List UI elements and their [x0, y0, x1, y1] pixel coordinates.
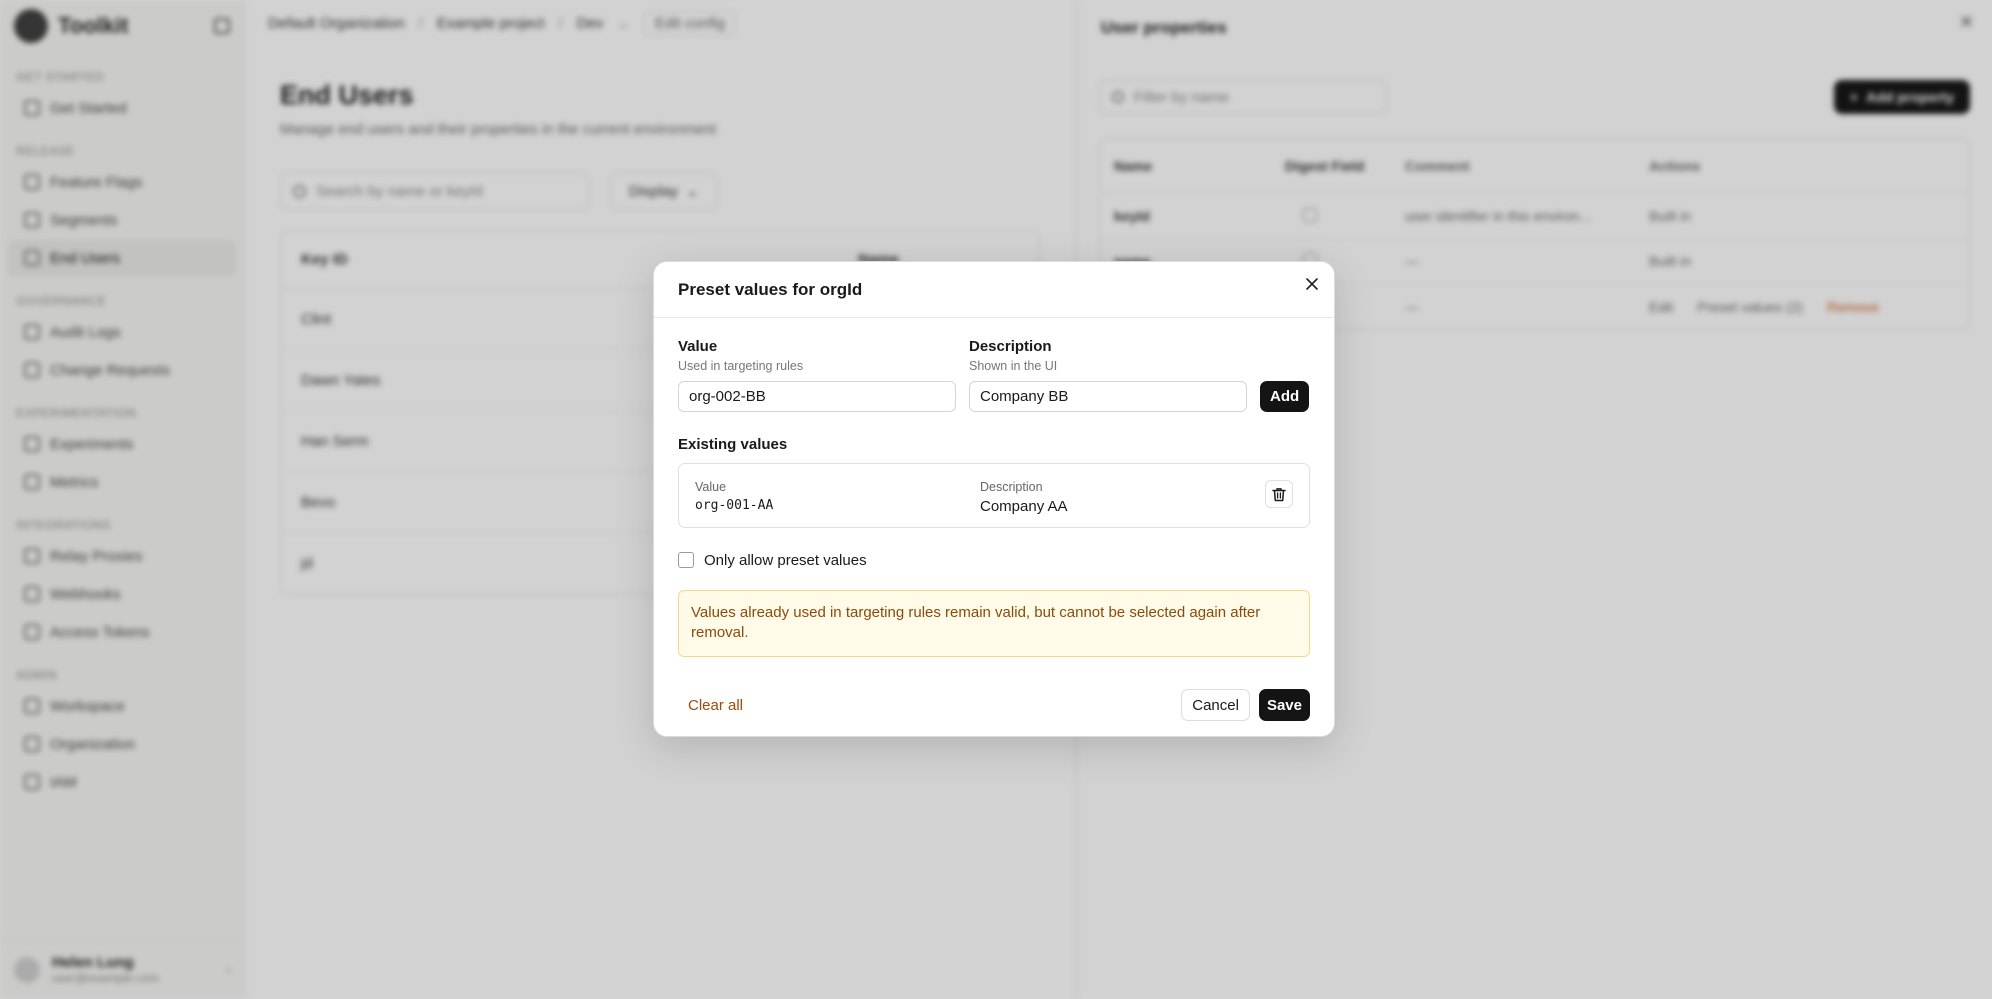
existing-value-text: org-001-AA [695, 498, 774, 513]
existing-values-label: Existing values [678, 436, 788, 453]
only-preset-checkbox[interactable] [678, 552, 694, 568]
warning-notice: Values already used in targeting rules r… [678, 590, 1310, 657]
dialog-footer: Clear all Cancel Save [678, 689, 1310, 721]
cancel-button[interactable]: Cancel [1181, 689, 1250, 721]
dialog-header: Preset values for orgId [654, 262, 1334, 318]
description-label: Description [969, 338, 1052, 355]
dialog-title: Preset values for orgId [678, 279, 863, 299]
only-preset-row[interactable]: Only allow preset values [678, 550, 1310, 570]
close-icon[interactable] [1302, 274, 1322, 294]
description-field: Description Shown in the UI [969, 337, 1247, 412]
clear-all-button[interactable]: Clear all [678, 689, 753, 721]
existing-value-label: Value [695, 480, 727, 494]
existing-value-col: Value org-001-AA [695, 479, 773, 513]
existing-description-text: Company AA [980, 498, 1068, 515]
delete-value-button[interactable] [1265, 480, 1293, 508]
existing-value-item: Value org-001-AA Description Company AA [678, 463, 1310, 528]
value-field: Value Used in targeting rules [678, 337, 956, 412]
value-input[interactable] [678, 381, 956, 412]
existing-description-col: Description Company AA [980, 479, 1068, 515]
value-help: Used in targeting rules [678, 359, 804, 373]
existing-description-label: Description [980, 480, 1043, 494]
value-label: Value [678, 338, 718, 355]
add-value-button[interactable]: Add [1260, 381, 1310, 412]
dialog-body: Value Used in targeting rules Descriptio… [654, 337, 1334, 657]
save-button[interactable]: Save [1258, 689, 1310, 721]
description-input[interactable] [969, 381, 1247, 412]
new-value-row: Value Used in targeting rules Descriptio… [678, 337, 1310, 412]
only-preset-label[interactable]: Only allow preset values [704, 552, 867, 569]
trash-icon [1272, 487, 1286, 501]
preset-values-dialog: Preset values for orgId Value Used in ta… [653, 261, 1335, 737]
description-help: Shown in the UI [969, 359, 1058, 373]
